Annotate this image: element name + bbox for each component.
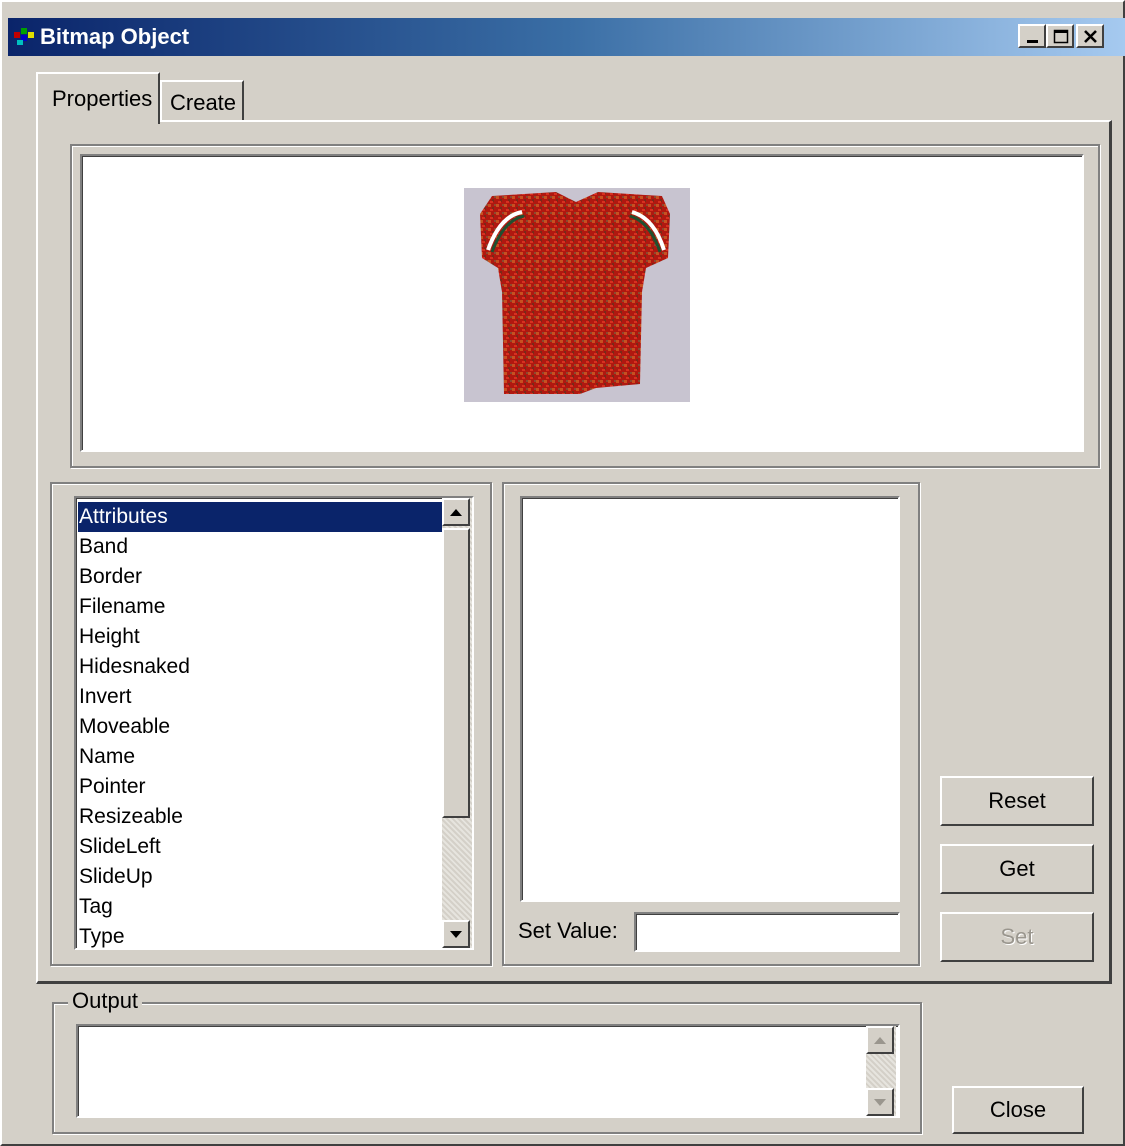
maximize-button[interactable] <box>1046 24 1074 48</box>
set-value-input[interactable] <box>634 912 900 952</box>
output-textbox[interactable] <box>76 1024 900 1118</box>
minimize-button[interactable] <box>1018 24 1046 48</box>
list-item[interactable]: Border <box>78 562 142 592</box>
output-group: Output <box>52 988 922 1134</box>
set-button[interactable]: Set <box>940 912 1094 962</box>
list-item[interactable]: SlideUp <box>78 862 153 892</box>
list-item[interactable]: SlideLeft <box>78 832 161 862</box>
scroll-down-button[interactable] <box>442 920 470 948</box>
output-scrollbar[interactable] <box>866 1026 896 1116</box>
output-scroll-up-button[interactable] <box>866 1026 894 1054</box>
close-icon <box>1084 30 1097 43</box>
set-value-label: Set Value: <box>518 918 618 943</box>
bitmap-preview <box>80 154 1084 452</box>
title-bar[interactable]: Bitmap Object <box>8 18 1125 56</box>
tab-properties[interactable]: Properties <box>36 72 160 124</box>
reset-button[interactable]: Reset <box>940 776 1094 826</box>
list-item[interactable]: Filename <box>78 592 165 622</box>
arrow-down-icon <box>450 931 462 938</box>
property-value-display[interactable] <box>520 496 900 902</box>
list-item[interactable]: Type <box>78 922 125 952</box>
arrow-up-icon <box>450 509 462 516</box>
app-icon <box>14 28 34 45</box>
properties-listbox[interactable]: Attributes Band Border Filename Height Hidesn… <box>74 496 474 950</box>
list-item[interactable]: Tag <box>78 892 113 922</box>
output-scroll-down-button[interactable] <box>866 1088 894 1116</box>
list-item[interactable]: Height <box>78 622 140 652</box>
bitmap-object-window: Bitmap Object Properties Create Attribut… <box>0 0 1125 1146</box>
value-frame: Set Value: <box>502 482 920 966</box>
maximize-icon <box>1053 29 1069 44</box>
output-label: Output <box>68 988 143 1014</box>
list-item[interactable]: Invert <box>78 682 132 712</box>
arrow-down-icon <box>874 1099 886 1106</box>
tab-create[interactable]: Create <box>160 80 244 122</box>
window-title: Bitmap Object <box>40 24 190 49</box>
list-item[interactable]: Attributes <box>78 502 442 532</box>
list-item[interactable]: Moveable <box>78 712 170 742</box>
properties-list-frame: Attributes Band Border Filename Height Hidesn… <box>50 482 492 966</box>
list-item[interactable]: Pointer <box>78 772 146 802</box>
preview-frame <box>70 144 1100 468</box>
shirt-bitmap-image <box>464 188 690 402</box>
get-button[interactable]: Get <box>940 844 1094 894</box>
scroll-up-button[interactable] <box>442 498 470 526</box>
list-item[interactable]: Band <box>78 532 128 562</box>
list-item[interactable]: Hidesnaked <box>78 652 190 682</box>
scroll-thumb[interactable] <box>442 528 470 818</box>
close-window-button[interactable] <box>1076 24 1104 48</box>
arrow-up-icon <box>874 1037 886 1044</box>
properties-scrollbar[interactable] <box>442 498 472 948</box>
tab-create-label: Create <box>170 90 237 115</box>
close-button[interactable]: Close <box>952 1086 1084 1134</box>
properties-tab-panel: Attributes Band Border Filename Height Hidesn… <box>36 120 1112 984</box>
minimize-icon <box>1027 40 1038 43</box>
tab-properties-label: Properties <box>52 86 153 111</box>
list-item[interactable]: Name <box>78 742 135 772</box>
list-item[interactable]: Resizeable <box>78 802 183 832</box>
